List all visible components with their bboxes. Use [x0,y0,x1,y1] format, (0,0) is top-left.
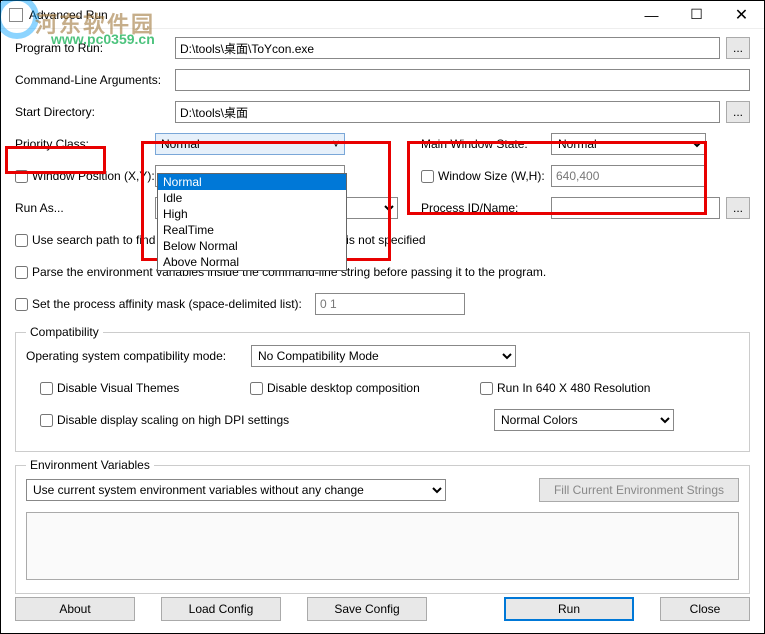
main-window-state-select[interactable]: Normal [551,133,706,155]
process-browse-button[interactable]: ... [726,197,750,219]
parse-env-checkbox[interactable]: Parse the environment variables inside t… [15,261,750,283]
priority-option-above-normal[interactable]: Above Normal [158,254,346,270]
run-640x480-check[interactable] [480,382,493,395]
main-window-state-label: Main Window State: [421,137,551,151]
window-position-label: Window Position (X,Y): [32,169,155,183]
start-dir-browse-button[interactable]: ... [726,101,750,123]
disable-visual-themes-check[interactable] [40,382,53,395]
save-config-button[interactable]: Save Config [307,597,427,621]
disable-desktop-comp-checkbox[interactable]: Disable desktop composition [250,381,480,395]
maximize-button[interactable]: ☐ [674,1,719,29]
disable-visual-themes-checkbox[interactable]: Disable Visual Themes [40,381,250,395]
env-textarea [26,512,739,580]
window-position-checkbox[interactable]: Window Position (X,Y): [15,169,155,183]
set-affinity-check[interactable] [15,298,28,311]
cmdline-args-input[interactable] [175,69,750,91]
start-dir-input[interactable] [175,101,720,123]
chevron-down-icon: ˅ [328,137,344,151]
window-position-check[interactable] [15,170,28,183]
set-affinity-label: Set the process affinity mask (space-del… [32,297,302,311]
priority-option-idle[interactable]: Idle [158,190,346,206]
disable-dpi-scaling-checkbox[interactable]: Disable display scaling on high DPI sett… [40,413,494,427]
disable-desktop-comp-label: Disable desktop composition [267,381,420,395]
priority-option-realtime[interactable]: RealTime [158,222,346,238]
window-buttons: — ☐ ✕ [629,1,764,29]
disable-visual-themes-label: Disable Visual Themes [57,381,179,395]
run-button[interactable]: Run [504,597,634,621]
run-as-label: Run As... [15,201,155,215]
process-id-name-input[interactable] [551,197,720,219]
fill-env-button: Fill Current Environment Strings [539,478,739,502]
disable-dpi-scaling-label: Disable display scaling on high DPI sett… [57,413,289,427]
compatibility-group: Compatibility Operating system compatibi… [15,325,750,452]
close-button[interactable]: Close [660,597,750,621]
content-area: Program to Run: ... Command-Line Argumen… [1,29,764,608]
env-vars-legend: Environment Variables [26,458,154,472]
compat-mode-label: Operating system compatibility mode: [26,349,251,363]
priority-option-normal[interactable]: Normal [158,174,346,190]
parse-env-check[interactable] [15,266,28,279]
window-size-checkbox[interactable]: Window Size (W,H): [421,169,551,183]
button-bar: About Load Config Save Config Run Close [15,597,750,621]
compat-mode-select[interactable]: No Compatibility Mode [251,345,516,367]
env-mode-select[interactable]: Use current system environment variables… [26,479,446,501]
priority-class-select[interactable]: Normal ˅ [155,133,345,155]
run-640x480-label: Run In 640 X 480 Resolution [497,381,650,395]
window-size-input [551,165,706,187]
program-to-run-label: Program to Run: [15,41,175,55]
minimize-button[interactable]: — [629,1,674,29]
program-to-run-input[interactable] [175,37,720,59]
app-icon [9,8,23,22]
priority-class-value: Normal [161,137,200,151]
affinity-input [315,293,465,315]
about-button[interactable]: About [15,597,135,621]
use-search-path-checkbox[interactable]: Use search path to find the program loca… [15,229,750,251]
process-id-name-label: Process ID/Name: [421,201,551,215]
env-vars-group: Environment Variables Use current system… [15,458,750,594]
titlebar: Advanced Run — ☐ ✕ [1,1,764,29]
run-640x480-checkbox[interactable]: Run In 640 X 480 Resolution [480,381,650,395]
priority-option-high[interactable]: High [158,206,346,222]
compatibility-legend: Compatibility [26,325,103,339]
priority-option-below-normal[interactable]: Below Normal [158,238,346,254]
set-affinity-checkbox[interactable]: Set the process affinity mask (space-del… [15,297,315,311]
window-size-label: Window Size (W,H): [438,169,545,183]
close-window-button[interactable]: ✕ [719,1,764,29]
priority-class-label: Priority Class: [15,137,155,151]
priority-class-dropdown[interactable]: Normal Idle High RealTime Below Normal A… [157,173,347,271]
disable-dpi-scaling-check[interactable] [40,414,53,427]
colors-select[interactable]: Normal Colors [494,409,674,431]
cmdline-args-label: Command-Line Arguments: [15,73,175,87]
program-browse-button[interactable]: ... [726,37,750,59]
window-size-check[interactable] [421,170,434,183]
start-dir-label: Start Directory: [15,105,175,119]
window-title: Advanced Run [29,8,629,22]
use-search-path-check[interactable] [15,234,28,247]
load-config-button[interactable]: Load Config [161,597,281,621]
disable-desktop-comp-check[interactable] [250,382,263,395]
